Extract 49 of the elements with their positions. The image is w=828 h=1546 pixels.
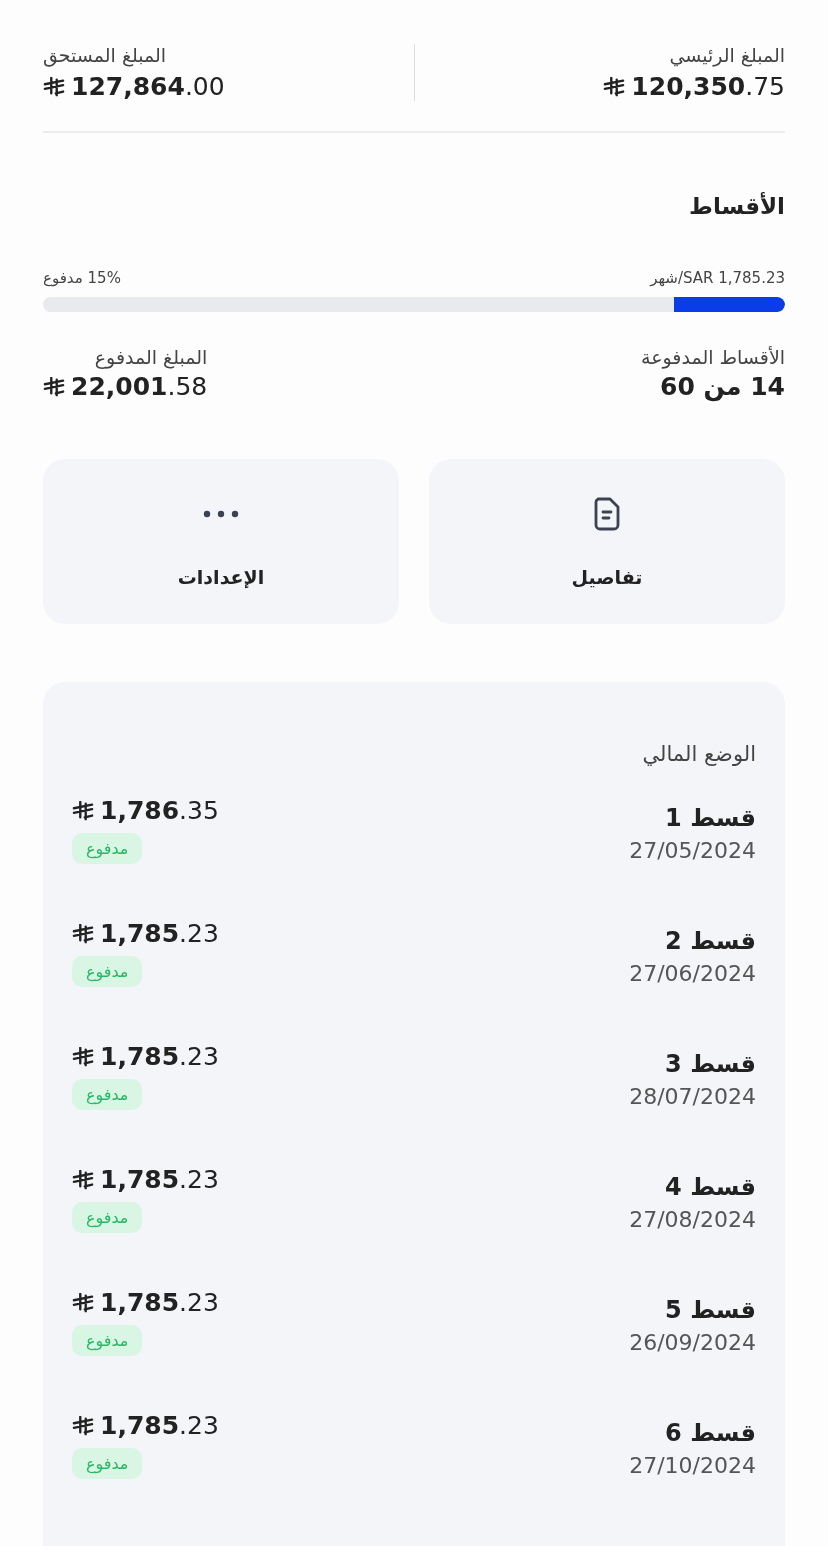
- installment-date: 27/06/2024: [629, 961, 756, 986]
- installment-date: 26/09/2024: [629, 1330, 756, 1355]
- installment-name: قسط 2: [665, 927, 756, 955]
- status-badge: مدفوع: [72, 956, 143, 987]
- riyal-icon: [72, 1415, 94, 1436]
- action-button[interactable]: تفاصيل: [429, 459, 785, 624]
- monthly-amount: شهر/SAR 1,785.23: [650, 269, 785, 287]
- action-button[interactable]: الإعدادات: [43, 459, 399, 624]
- installment-amount: 1,785.23: [100, 1288, 219, 1317]
- riyal-icon: [72, 1046, 94, 1067]
- stat-label: الأقساط المدفوعة: [641, 346, 785, 368]
- status-badge: مدفوع: [72, 1325, 143, 1356]
- status-badge: مدفوع: [72, 1202, 143, 1233]
- installment-name: قسط 5: [665, 1296, 756, 1324]
- riyal-icon: [72, 1292, 94, 1313]
- stat-value: 14 من 60: [660, 372, 785, 401]
- amount-label: المبلغ الرئيسي: [669, 44, 785, 66]
- riyal-icon: [72, 1169, 94, 1190]
- riyal-icon: [603, 76, 626, 97]
- paid-percent: 15% مدفوع: [43, 269, 121, 287]
- installment-amount: 1,786.35: [100, 796, 219, 825]
- riyal-icon: [43, 76, 65, 97]
- installment-amount: 1,785.23: [100, 919, 219, 948]
- amount-value: 127,864.00: [71, 72, 225, 101]
- installment-date: 27/05/2024: [629, 838, 756, 863]
- stat-value: 22,001.58: [71, 372, 208, 401]
- status-badge: مدفوع: [72, 1448, 143, 1479]
- installment-amount: 1,785.23: [100, 1042, 219, 1071]
- installment-date: 27/10/2024: [629, 1453, 756, 1478]
- document-icon: [592, 495, 622, 532]
- amount-label: المبلغ المستحق: [43, 44, 167, 66]
- panel-title: الوضع المالي: [641, 742, 756, 766]
- installment-amount: 1,785.23: [100, 1165, 219, 1194]
- installment-date: 28/07/2024: [629, 1084, 756, 1109]
- riyal-icon: [43, 376, 65, 397]
- riyal-icon: [72, 923, 94, 944]
- status-badge: مدفوع: [72, 1079, 143, 1110]
- installment-name: قسط 3: [665, 1050, 756, 1078]
- status-badge: مدفوع: [72, 833, 143, 864]
- installment-name: قسط 4: [665, 1173, 756, 1201]
- installment-amount: 1,785.23: [100, 1411, 219, 1440]
- installment-name: قسط 1: [665, 804, 756, 832]
- more-icon: [201, 508, 241, 519]
- installment-name: قسط 6: [665, 1419, 756, 1447]
- section-title: الأقساط: [688, 193, 785, 219]
- riyal-icon: [72, 800, 94, 821]
- amount-value: 120,350.75: [631, 72, 785, 101]
- stat-label: المبلغ المدفوع: [94, 346, 208, 368]
- installment-date: 27/08/2024: [629, 1207, 756, 1232]
